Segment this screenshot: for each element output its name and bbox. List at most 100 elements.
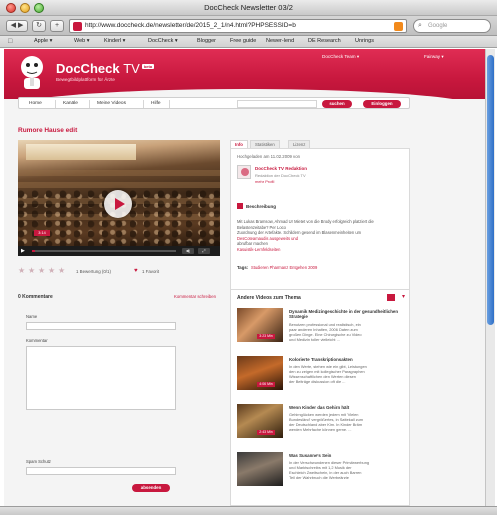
- rss-icon[interactable]: [394, 22, 403, 31]
- address-bar-url: http://www.doccheck.de/newsletter/de/201…: [85, 22, 296, 29]
- author-name[interactable]: DocCheck TV Redaktion: [255, 166, 307, 171]
- description-icon: [237, 203, 243, 209]
- related-title[interactable]: Kolorierte Transkriptionsakten: [289, 357, 405, 362]
- comments-heading: 0 Kommentare: [18, 294, 53, 300]
- bookmark-item[interactable]: Kinderl ▾: [104, 38, 125, 44]
- rating-star-icon[interactable]: ★: [48, 267, 56, 275]
- browser-search-field[interactable]: ⌕ Google: [413, 19, 491, 33]
- video-player[interactable]: 3:14: [18, 140, 220, 246]
- site-nav: Home Kanäle Meine Videos Hilfe suchen Ei…: [18, 97, 410, 109]
- write-comment-link[interactable]: Kommentar schreiben: [174, 294, 216, 299]
- related-video-item[interactable]: 4:06 Min Kolorierte Transkriptionsakten …: [237, 356, 405, 398]
- scrollbar-thumb[interactable]: [487, 55, 494, 325]
- related-title[interactable]: Was Susanne's Sein: [289, 453, 405, 458]
- play-pause-icon[interactable]: ▶: [21, 248, 27, 254]
- bookmarks-bar: □ Apple ▾ Web ▾ Kinderl ▾ DocCheck ▾ Blo…: [0, 36, 497, 48]
- logo-tv: TV: [123, 61, 140, 76]
- site-logo[interactable]: DocCheck TV beta: [56, 61, 155, 76]
- web-page: DocCheck TV beta Bewegtbildplattform für …: [4, 49, 485, 506]
- login-button[interactable]: Einloggen: [363, 100, 401, 108]
- play-button[interactable]: [104, 190, 132, 218]
- related-desc-line: Teil der Wahrbruch die Werbeärzte: [289, 475, 349, 480]
- tab-info[interactable]: Info: [230, 140, 248, 148]
- tab-statistiken[interactable]: Statistiken: [250, 140, 280, 148]
- related-video-item[interactable]: 2:43 Min Wenn Kinder das Gehirn hält Geh…: [237, 404, 405, 446]
- video-frame-row: [18, 170, 220, 176]
- bookmark-item[interactable]: DE Research: [308, 38, 341, 44]
- fullscreen-icon[interactable]: ⤢: [198, 248, 210, 254]
- back-forward-icon: ◀ ▶: [10, 22, 24, 29]
- comment-label: Kommentar: [26, 338, 48, 343]
- name-field[interactable]: [26, 322, 176, 330]
- rating-row: ★ ★ ★ ★ ★ 1 Bewertung (0/1) ♥ 1 Favorit: [18, 267, 220, 277]
- status-bar: [0, 506, 497, 515]
- rss-icon[interactable]: [387, 294, 395, 301]
- window-title: DocCheck Newsletter 03/2: [204, 3, 293, 12]
- related-videos: Andere Videos zum Thema ▾ 3:23 Min Dynam…: [230, 289, 410, 506]
- header-user-menu[interactable]: DocCheck Team ▾: [322, 54, 359, 60]
- nav-item-home[interactable]: Home: [29, 101, 42, 106]
- related-video-item[interactable]: 3:23 Min Dynamik Medizingeschichte in de…: [237, 308, 405, 350]
- bookmarks-book-icon[interactable]: □: [8, 38, 18, 46]
- video-controls: ▶ ◀) ⤢: [18, 246, 220, 256]
- doccheck-mascot-logo[interactable]: [16, 53, 48, 91]
- video-frame-row: [18, 182, 220, 188]
- bookmark-item[interactable]: Free guide: [230, 38, 256, 44]
- related-duration-badge: 3:23 Min: [257, 334, 275, 339]
- video-progress: [32, 250, 35, 252]
- video-seek-bar[interactable]: [32, 250, 176, 252]
- nav-divider: [143, 100, 144, 108]
- add-bookmark-button[interactable]: +: [50, 20, 64, 32]
- title-bar: DocCheck Newsletter 03/2: [0, 0, 497, 16]
- nav-item-kanaele[interactable]: Kanäle: [63, 101, 78, 106]
- favorite-heart-icon[interactable]: ♥: [134, 268, 140, 274]
- nav-item-hilfe[interactable]: Hilfe: [151, 101, 161, 106]
- rating-star-icon[interactable]: ★: [38, 267, 46, 275]
- rating-text: 1 Bewertung (0/1): [76, 269, 111, 274]
- author-subtitle: Redaktion der DocCheck TV: [255, 173, 306, 178]
- related-thumbnail[interactable]: [237, 452, 283, 486]
- bookmark-item[interactable]: Newer-lend: [266, 38, 294, 44]
- bookmark-item[interactable]: Unrings: [355, 38, 374, 44]
- tab-lizenz[interactable]: Lizenz: [288, 140, 311, 148]
- bookmark-item[interactable]: Apple ▾: [34, 38, 52, 44]
- video-duration-badge: 3:14: [34, 230, 50, 236]
- video-description: Mit Lukas Bramsow, Ahmad Ur Mietet von d…: [237, 219, 405, 253]
- site-header: DocCheck TV beta Bewegtbildplattform für …: [4, 49, 485, 109]
- related-desc-line: werden Mehrfache können gerne. ...: [289, 427, 352, 432]
- address-bar[interactable]: http://www.doccheck.de/newsletter/de/201…: [69, 19, 407, 33]
- related-desc-line: der Beiträge diskussion oft die ...: [289, 379, 346, 384]
- nav-divider: [55, 100, 56, 108]
- rating-star-icon[interactable]: ★: [58, 267, 66, 275]
- header-link[interactable]: Fairway ▾: [424, 54, 444, 60]
- submit-comment-button[interactable]: absenden: [132, 484, 170, 492]
- site-search-input[interactable]: [237, 100, 317, 108]
- nav-divider: [89, 100, 90, 108]
- related-title[interactable]: Dynamik Medizingeschichte in der gesundh…: [289, 309, 405, 320]
- rating-star-icon[interactable]: ★: [18, 267, 26, 275]
- volume-icon[interactable]: ◀): [182, 248, 194, 254]
- comment-textarea[interactable]: [26, 346, 176, 410]
- rating-star-icon[interactable]: ★: [28, 267, 36, 275]
- related-title[interactable]: Wenn Kinder das Gehirn hält: [289, 405, 405, 410]
- bookmark-item[interactable]: Web ▾: [74, 38, 90, 44]
- chevron-down-icon[interactable]: ▾: [402, 293, 405, 300]
- upload-date: Hochgeladen am 11.02.2009 von: [237, 154, 300, 159]
- related-video-item[interactable]: Was Susanne's Sein In der Verschwundenen…: [237, 452, 405, 494]
- browser-search-placeholder: Google: [428, 23, 448, 29]
- bookmark-item[interactable]: Blogger: [197, 38, 216, 44]
- reload-button[interactable]: ↻: [32, 20, 46, 32]
- author-profile-link[interactable]: mehr Profil: [255, 179, 274, 184]
- captcha-label: Spam Schutz: [26, 459, 51, 464]
- favicon-icon: [73, 22, 82, 31]
- author-avatar[interactable]: [237, 165, 251, 179]
- site-search-button[interactable]: suchen: [322, 100, 352, 108]
- vertical-scrollbar[interactable]: [485, 49, 495, 506]
- tags-label: Tags:: [237, 265, 249, 270]
- back-forward-button[interactable]: ◀ ▶: [6, 20, 28, 32]
- comments-section: 0 Kommentare Kommentar schreiben Name Ko…: [18, 289, 220, 506]
- captcha-field[interactable]: [26, 467, 176, 475]
- tag-links[interactable]: Studieren Pharmanz Entgehen 2009: [251, 265, 317, 270]
- bookmark-item[interactable]: DocCheck ▾: [148, 38, 178, 44]
- nav-item-meine-videos[interactable]: Meine Videos: [97, 101, 126, 106]
